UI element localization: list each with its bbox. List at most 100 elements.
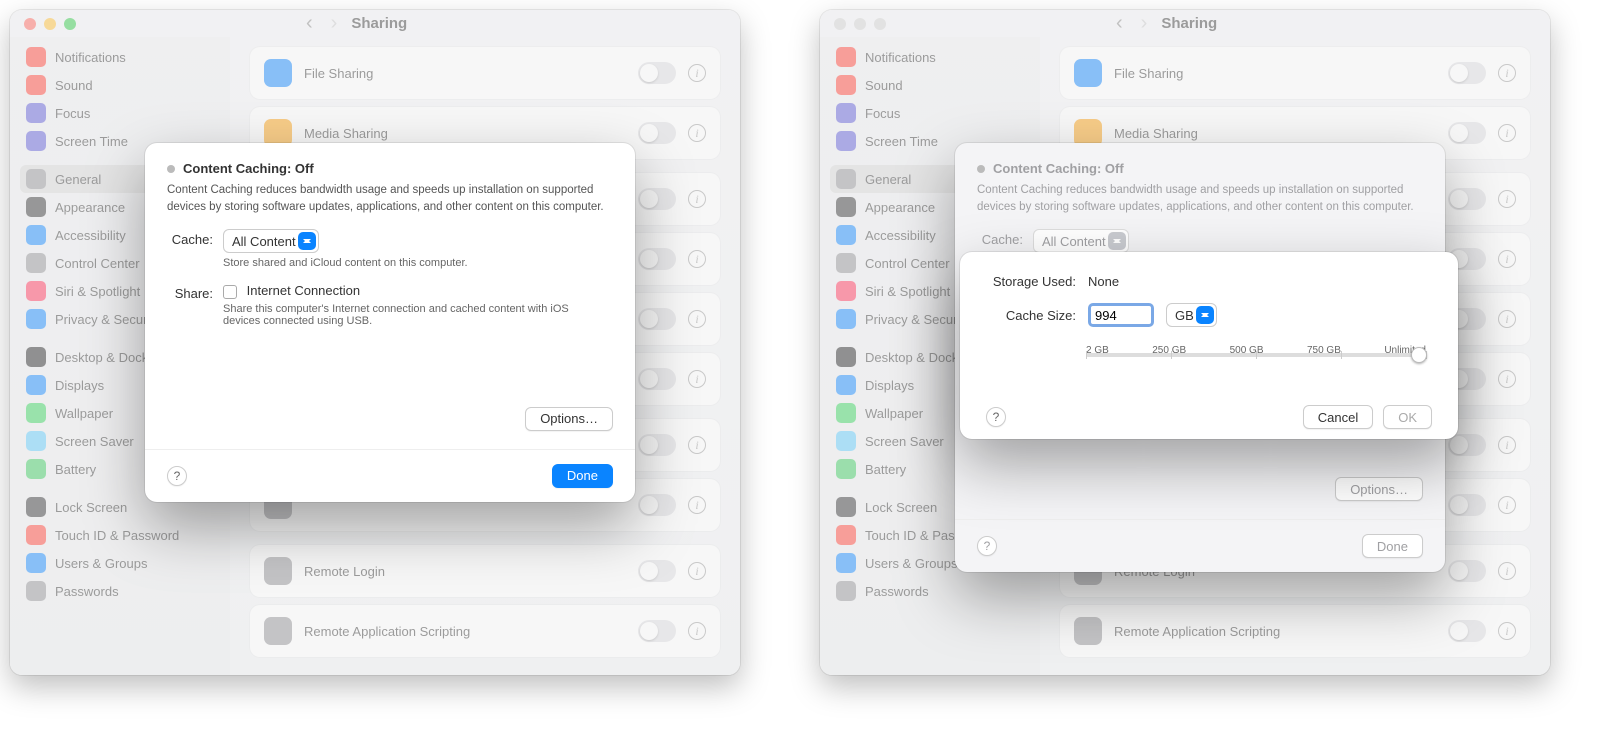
service-toggle[interactable]: [638, 620, 676, 642]
close-icon[interactable]: [24, 18, 36, 30]
help-button[interactable]: ?: [986, 407, 1006, 427]
sidebar-icon: [836, 403, 856, 423]
service-toggle[interactable]: [1448, 122, 1486, 144]
minimize-icon[interactable]: [854, 18, 866, 30]
service-label: Remote Application Scripting: [1114, 624, 1436, 639]
sidebar-item-passwords[interactable]: Passwords: [830, 577, 1030, 605]
service-toggle[interactable]: [1448, 62, 1486, 84]
sidebar-item-label: Screen Time: [55, 134, 128, 149]
info-icon[interactable]: i: [688, 310, 706, 328]
sidebar-item-label: Battery: [865, 462, 906, 477]
minimize-icon[interactable]: [44, 18, 56, 30]
sidebar-icon: [26, 103, 46, 123]
service-toggle[interactable]: [1448, 620, 1486, 642]
sidebar-icon: [836, 459, 856, 479]
nav-forward-icon[interactable]: ›: [331, 12, 338, 35]
sidebar-icon: [836, 253, 856, 273]
sidebar-item-notifications[interactable]: Notifications: [20, 43, 220, 71]
sidebar-item-notifications[interactable]: Notifications: [830, 43, 1030, 71]
service-toggle[interactable]: [638, 308, 676, 330]
info-icon[interactable]: i: [1498, 562, 1516, 580]
info-icon[interactable]: i: [1498, 310, 1516, 328]
service-icon: [264, 59, 292, 87]
sidebar-item-sound[interactable]: Sound: [20, 71, 220, 99]
info-icon[interactable]: i: [1498, 124, 1516, 142]
sidebar-item-sound[interactable]: Sound: [830, 71, 1030, 99]
service-label: Media Sharing: [304, 126, 626, 141]
fullscreen-icon[interactable]: [64, 18, 76, 30]
service-toggle[interactable]: [638, 368, 676, 390]
cache-size-unit-select[interactable]: GB: [1166, 303, 1217, 327]
service-toggle[interactable]: [638, 434, 676, 456]
sidebar-item-label: General: [865, 172, 911, 187]
nav-back-icon[interactable]: ‹: [306, 12, 313, 35]
storage-used-value: None: [1088, 274, 1119, 289]
service-toggle[interactable]: [638, 188, 676, 210]
sidebar-icon: [836, 47, 856, 67]
sidebar-item-focus[interactable]: Focus: [20, 99, 220, 127]
info-icon[interactable]: i: [688, 436, 706, 454]
slider-thumb-icon[interactable]: [1411, 347, 1427, 363]
ok-button[interactable]: OK: [1383, 405, 1432, 429]
sidebar-item-passwords[interactable]: Passwords: [20, 577, 220, 605]
info-icon[interactable]: i: [1498, 64, 1516, 82]
info-icon[interactable]: i: [1498, 190, 1516, 208]
service-toggle[interactable]: [638, 494, 676, 516]
cache-size-input[interactable]: [1088, 303, 1154, 327]
sidebar-item-label: Siri & Spotlight: [55, 284, 140, 299]
sidebar-icon: [26, 131, 46, 151]
info-icon[interactable]: i: [1498, 370, 1516, 388]
info-icon[interactable]: i: [688, 562, 706, 580]
sidebar-item-touch-id-password[interactable]: Touch ID & Password: [20, 521, 220, 549]
info-icon[interactable]: i: [1498, 250, 1516, 268]
info-icon[interactable]: i: [688, 124, 706, 142]
help-button[interactable]: ?: [167, 466, 187, 486]
info-icon[interactable]: i: [688, 496, 706, 514]
info-icon[interactable]: i: [688, 64, 706, 82]
sidebar-icon: [836, 197, 856, 217]
service-toggle[interactable]: [1448, 560, 1486, 582]
content-caching-sheet: Content Caching: Off Content Caching red…: [145, 143, 635, 502]
info-icon[interactable]: i: [1498, 436, 1516, 454]
service-row: File Sharingi: [1060, 47, 1530, 99]
sidebar-item-label: Screen Time: [865, 134, 938, 149]
sheet-description: Content Caching reduces bandwidth usage …: [167, 182, 613, 215]
cache-size-slider[interactable]: 2 GB 250 GB 500 GB 750 GB Unlimited: [1086, 345, 1426, 385]
service-toggle[interactable]: [638, 248, 676, 270]
cancel-button[interactable]: Cancel: [1303, 405, 1373, 429]
sidebar-icon: [836, 309, 856, 329]
fullscreen-icon[interactable]: [874, 18, 886, 30]
cache-hint: Store shared and iCloud content on this …: [223, 257, 468, 269]
sidebar-item-label: Lock Screen: [865, 500, 937, 515]
service-toggle[interactable]: [1448, 494, 1486, 516]
sidebar-item-focus[interactable]: Focus: [830, 99, 1030, 127]
info-icon[interactable]: i: [688, 370, 706, 388]
info-icon[interactable]: i: [688, 622, 706, 640]
info-icon[interactable]: i: [1498, 622, 1516, 640]
service-toggle[interactable]: [638, 560, 676, 582]
sidebar-item-label: Passwords: [55, 584, 119, 599]
service-row: Remote Login i: [250, 545, 720, 597]
sidebar-item-users-groups[interactable]: Users & Groups: [20, 549, 220, 577]
service-toggle[interactable]: [638, 122, 676, 144]
nav-forward-icon[interactable]: ›: [1141, 12, 1148, 35]
info-icon[interactable]: i: [688, 250, 706, 268]
service-toggle[interactable]: [1448, 434, 1486, 456]
share-internet-checkbox[interactable]: Internet Connection: [223, 283, 360, 298]
sidebar-icon: [26, 581, 46, 601]
service-label: File Sharing: [304, 66, 626, 81]
info-icon[interactable]: i: [688, 190, 706, 208]
info-icon[interactable]: i: [1498, 496, 1516, 514]
cache-label: Cache:: [167, 229, 213, 247]
sidebar-item-label: Focus: [55, 106, 90, 121]
nav-back-icon[interactable]: ‹: [1116, 12, 1123, 35]
service-label: Remote Login: [304, 564, 626, 579]
page-title: Sharing: [1161, 15, 1217, 32]
close-icon[interactable]: [834, 18, 846, 30]
cache-select[interactable]: All Content: [223, 229, 319, 253]
sidebar-icon: [836, 225, 856, 245]
done-button[interactable]: Done: [552, 464, 613, 488]
options-button[interactable]: Options…: [525, 407, 613, 431]
service-toggle[interactable]: [638, 62, 676, 84]
service-toggle[interactable]: [1448, 188, 1486, 210]
